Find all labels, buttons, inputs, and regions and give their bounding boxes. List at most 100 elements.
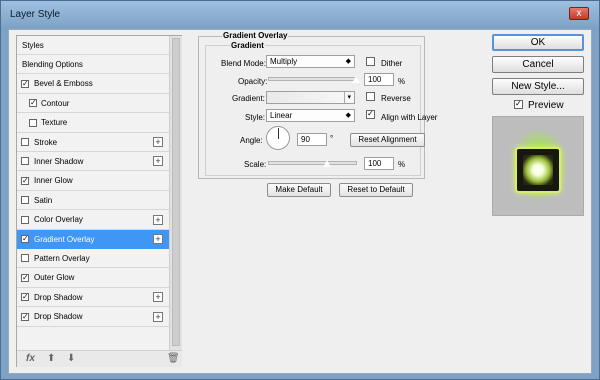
style-item[interactable]: Drop Shadow + [17,308,169,327]
style-checkbox[interactable] [21,176,29,185]
dither-checkbox[interactable] [366,57,375,66]
style-item-label: Styles [22,40,44,50]
blend-mode-select[interactable]: Multiply ◆ [266,55,355,68]
style-item[interactable]: Inner Glow [17,172,169,191]
scrollbar-thumb[interactable] [172,38,180,346]
angle-needle [278,128,279,139]
style-preview [492,116,584,216]
style-item-label: Drop Shadow [34,312,83,322]
preview-tile-inner [523,155,553,185]
fx-icon[interactable]: fx [26,353,35,364]
style-checkbox[interactable] [21,234,29,243]
styles-panel: Styles Blending Options Bevel & Emboss Cont… [16,35,182,367]
style-checkbox[interactable] [21,292,29,302]
style-item[interactable]: Color Overlay + [17,211,169,230]
reverse-label: Reverse [381,94,411,103]
style-checkbox[interactable] [21,215,29,224]
style-item-label: Drop Shadow [34,292,83,302]
angle-dial[interactable] [266,126,290,150]
style-checkbox[interactable] [21,157,29,166]
style-checkbox[interactable] [21,312,29,321]
close-button[interactable]: x [569,7,589,20]
trash-icon[interactable]: 🗑 [167,353,180,364]
opacity-slider[interactable] [268,75,361,83]
style-checkbox[interactable] [21,79,29,88]
blend-mode-value: Multiply [270,57,298,66]
style-item-label: Texture [41,118,68,128]
dropdown-arrow-icon[interactable]: ▾ [344,92,351,103]
scale-input[interactable]: 100 [364,157,394,170]
new-style-button[interactable]: New Style... [492,78,584,95]
opacity-input[interactable]: 100 [364,73,394,86]
style-value: Linear [270,111,293,120]
align-with-layer-checkbox[interactable] [366,109,375,119]
reset-to-default-button[interactable]: Reset to Default [339,183,413,197]
style-item[interactable]: Gradient Overlay + [17,230,169,249]
style-item[interactable]: Stroke + [17,133,169,152]
scale-slider[interactable] [268,159,357,167]
add-instance-icon[interactable]: + [153,156,163,167]
style-select[interactable]: Linear ◆ [266,109,355,122]
preview-checkbox[interactable] [514,99,523,109]
dither-label: Dither [381,59,403,68]
style-checkbox[interactable] [21,196,29,205]
style-item-label: Inner Glow [34,176,73,186]
angle-unit: ° [330,134,334,143]
style-item-label: Bevel & Emboss [34,79,93,89]
style-item[interactable]: Satin [17,191,169,211]
blend-mode-label: Blend Mode: [221,59,266,68]
style-checkbox[interactable] [29,118,37,127]
add-instance-icon[interactable]: + [153,137,163,147]
reverse-checkbox[interactable] [366,92,375,101]
preview-label: Preview [528,100,564,111]
add-instance-icon[interactable]: + [153,234,163,244]
style-checkbox[interactable] [29,98,37,108]
style-item-label: Pattern Overlay [34,253,90,263]
move-down-icon[interactable]: ⬇ [67,353,75,364]
move-up-icon[interactable]: ⬆ [47,353,55,364]
styles-scrollbar[interactable] [169,36,182,350]
style-item[interactable]: Texture [17,114,169,133]
title-bar[interactable]: Layer Style x [1,1,599,28]
scale-slider-thumb[interactable] [322,159,333,167]
window-title: Layer Style [10,9,61,20]
style-item[interactable]: Drop Shadow + [17,288,169,308]
add-instance-icon[interactable]: + [153,292,163,303]
opacity-slider-thumb[interactable] [351,75,361,83]
styles-list: Styles Blending Options Bevel & Emboss Cont… [17,36,169,350]
style-checkbox[interactable] [21,254,29,263]
opacity-label: Opacity: [238,77,268,86]
ok-button[interactable]: OK [492,34,584,51]
gradient-label: Gradient: [232,94,265,103]
style-checkbox[interactable] [21,273,29,282]
style-item-label: Inner Shadow [34,156,84,166]
cancel-button[interactable]: Cancel [492,56,584,73]
style-checkbox[interactable] [21,138,29,146]
gradient-picker[interactable]: ▾ [266,91,355,104]
style-item[interactable]: Inner Shadow + [17,152,169,172]
group-title: Gradient Overlay [222,31,289,40]
make-default-button[interactable]: Make Default [267,183,331,197]
layer-style-dialog: Layer Style x Styles Blending Options Beve… [0,0,600,380]
opacity-unit: % [398,77,406,86]
subgroup-title: Gradient [230,41,265,50]
angle-input[interactable]: 90 [297,133,327,146]
style-item-label: Satin [34,195,53,205]
style-item[interactable]: Bevel & Emboss [17,75,169,94]
style-item[interactable]: Pattern Overlay [17,249,169,269]
style-item-label: Blending Options [22,59,83,69]
angle-label: Angle: [240,136,263,145]
style-item[interactable]: Outer Glow [17,269,169,288]
scale-unit: % [398,160,406,169]
style-item[interactable]: Blending Options [17,55,169,75]
style-item[interactable]: Contour [17,94,169,114]
styles-toolbar: fx ⬆ ⬇ 🗑 [17,350,182,367]
reset-alignment-button[interactable]: Reset Alignment [350,133,425,147]
scale-label: Scale: [244,160,267,169]
style-item-label: Stroke [34,137,58,147]
add-instance-icon[interactable]: + [153,214,163,225]
add-instance-icon[interactable]: + [153,311,163,322]
style-item-label: Contour [41,98,70,108]
align-with-layer-label: Align with Layer [381,113,438,122]
style-item[interactable]: Styles [17,36,169,55]
